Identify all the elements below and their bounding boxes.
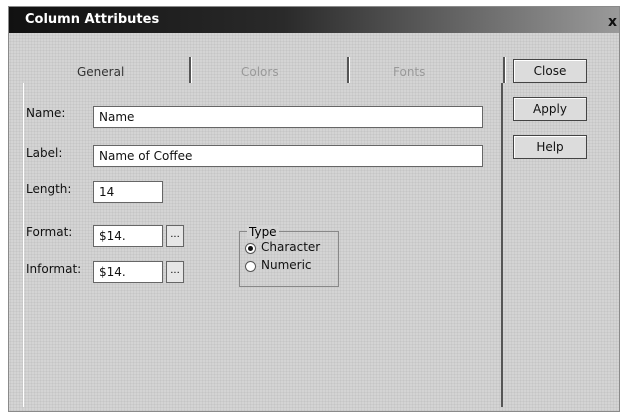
tab-general[interactable]: General: [77, 65, 124, 79]
tab-divider: [189, 57, 192, 83]
column-attributes-dialog: Column Attributes x General Colors Fonts…: [8, 6, 620, 412]
close-icon[interactable]: x: [608, 14, 617, 30]
tab-colors[interactable]: Colors: [241, 65, 279, 79]
informat-label: Informat:: [26, 262, 82, 276]
length-field[interactable]: 14: [93, 181, 163, 203]
title-bar[interactable]: Column Attributes x: [9, 7, 619, 33]
help-button[interactable]: Help: [513, 135, 587, 159]
informat-field[interactable]: $14.: [93, 261, 163, 283]
format-browse-button[interactable]: ...: [166, 225, 184, 247]
label-label: Label:: [26, 146, 63, 160]
format-field[interactable]: $14.: [93, 225, 163, 247]
tab-divider: [503, 57, 506, 83]
character-radio[interactable]: [245, 243, 256, 254]
dialog-title: Column Attributes: [25, 12, 160, 27]
format-label: Format:: [26, 225, 73, 239]
type-group-title: Type: [247, 225, 279, 239]
apply-button[interactable]: Apply: [513, 97, 587, 121]
length-label: Length:: [26, 182, 72, 196]
name-label: Name:: [26, 106, 66, 120]
numeric-radio[interactable]: [245, 261, 256, 272]
tab-divider: [347, 57, 350, 83]
character-label: Character: [261, 240, 321, 254]
tab-fonts[interactable]: Fonts: [393, 65, 425, 79]
numeric-label: Numeric: [261, 258, 312, 272]
informat-browse-button[interactable]: ...: [166, 261, 184, 283]
name-field[interactable]: Name: [93, 106, 483, 128]
label-field[interactable]: Name of Coffee: [93, 145, 483, 167]
close-button[interactable]: Close: [513, 59, 587, 83]
